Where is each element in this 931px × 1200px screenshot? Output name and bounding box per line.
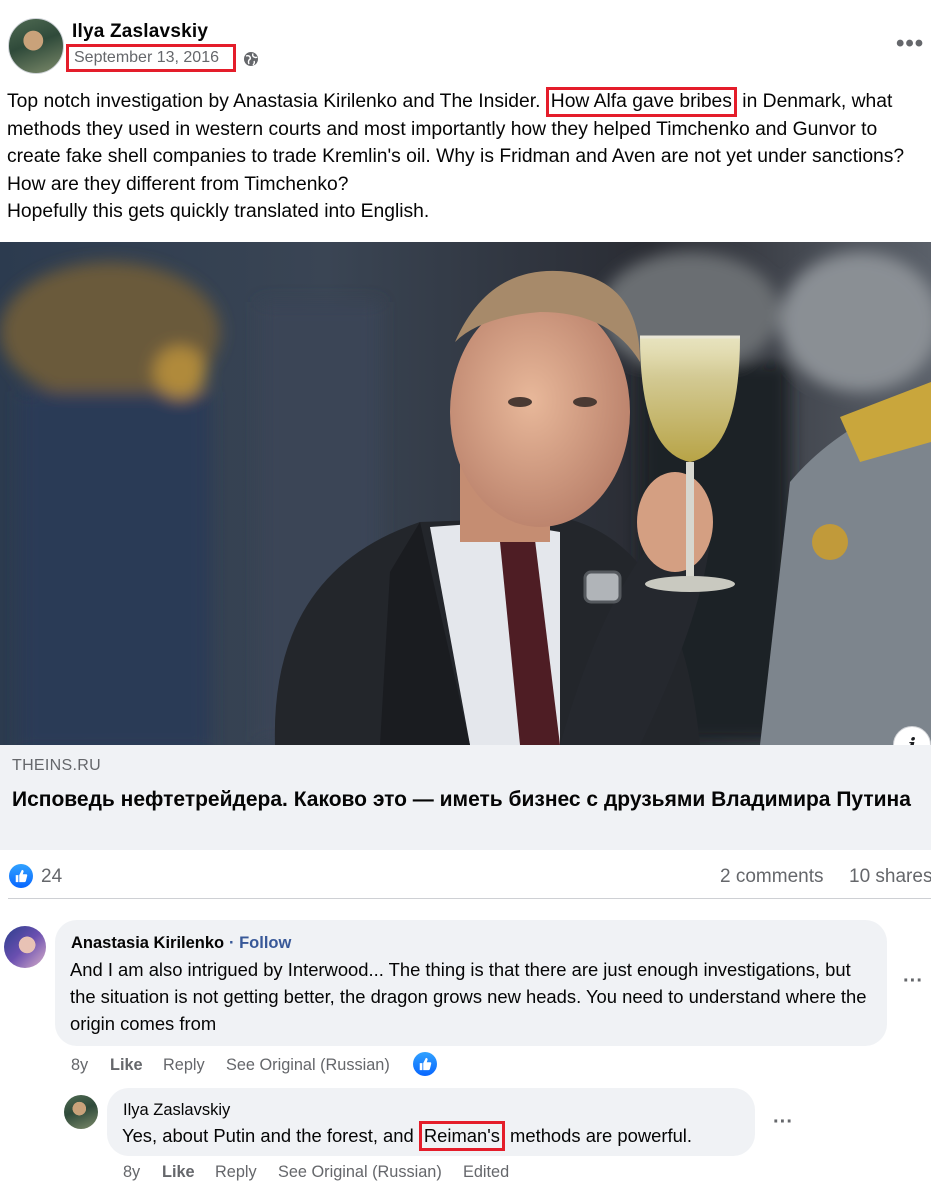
- thumbs-up-icon: [419, 1057, 432, 1071]
- link-preview-image[interactable]: [0, 242, 931, 745]
- comment-author[interactable]: Anastasia Kirilenko: [71, 934, 224, 953]
- commenter-avatar[interactable]: [4, 926, 46, 968]
- commenter-avatar[interactable]: [64, 1095, 98, 1129]
- post-text-start: Top notch investigation by Anastasia Kir…: [7, 91, 546, 112]
- post-text: Top notch investigation by Anastasia Kir…: [7, 87, 917, 226]
- see-original-link[interactable]: See Original (Russian): [278, 1163, 442, 1182]
- globe-icon: [244, 52, 258, 66]
- photo-illustration: [0, 242, 931, 745]
- more-horizontal-icon[interactable]: ···: [903, 970, 923, 993]
- link-title[interactable]: Исповедь нефтетрейдера. Каково это — име…: [12, 786, 912, 814]
- reply-button[interactable]: Reply: [163, 1056, 205, 1075]
- highlighted-link-text[interactable]: How Alfa gave bribes: [545, 87, 737, 117]
- see-original-link[interactable]: See Original (Russian): [226, 1056, 390, 1075]
- post-text-line2: Hopefully this gets quickly translated i…: [7, 201, 430, 222]
- highlighted-text: Reiman's: [418, 1121, 505, 1151]
- more-horizontal-icon[interactable]: ···: [773, 1111, 793, 1134]
- divider: [8, 898, 931, 899]
- shares-count[interactable]: 10 shares: [849, 866, 931, 888]
- comments-count[interactable]: 2 comments: [720, 866, 823, 888]
- comment-text-start: Yes, about Putin and the forest, and: [122, 1125, 419, 1146]
- like-reaction-icon[interactable]: [413, 1052, 437, 1076]
- more-horizontal-icon[interactable]: •••: [896, 30, 924, 58]
- edited-label: Edited: [463, 1163, 510, 1181]
- thumbs-up-icon: [15, 869, 28, 883]
- like-count[interactable]: 24: [41, 866, 62, 888]
- reply-button[interactable]: Reply: [215, 1163, 257, 1182]
- link-domain: THEINS.RU: [12, 757, 101, 774]
- comment-age[interactable]: 8y: [71, 1056, 88, 1075]
- comment-age[interactable]: 8y: [123, 1163, 140, 1182]
- comment-text: Yes, about Putin and the forest, and Rei…: [122, 1121, 693, 1151]
- comment-text: And I am also intrigued by Interwood... …: [70, 959, 867, 1035]
- follow-link[interactable]: · Follow: [229, 934, 291, 953]
- like-button[interactable]: Like: [110, 1056, 143, 1075]
- like-button[interactable]: Like: [162, 1163, 195, 1182]
- post-date[interactable]: September 13, 2016: [66, 44, 236, 72]
- like-reaction-icon[interactable]: [9, 864, 33, 888]
- author-avatar[interactable]: [8, 18, 64, 74]
- comment-author[interactable]: Ilya Zaslavskiy: [123, 1101, 230, 1120]
- comment-text-rest: methods are powerful.: [504, 1125, 693, 1146]
- post-author-name[interactable]: Ilya Zaslavskiy: [72, 21, 208, 43]
